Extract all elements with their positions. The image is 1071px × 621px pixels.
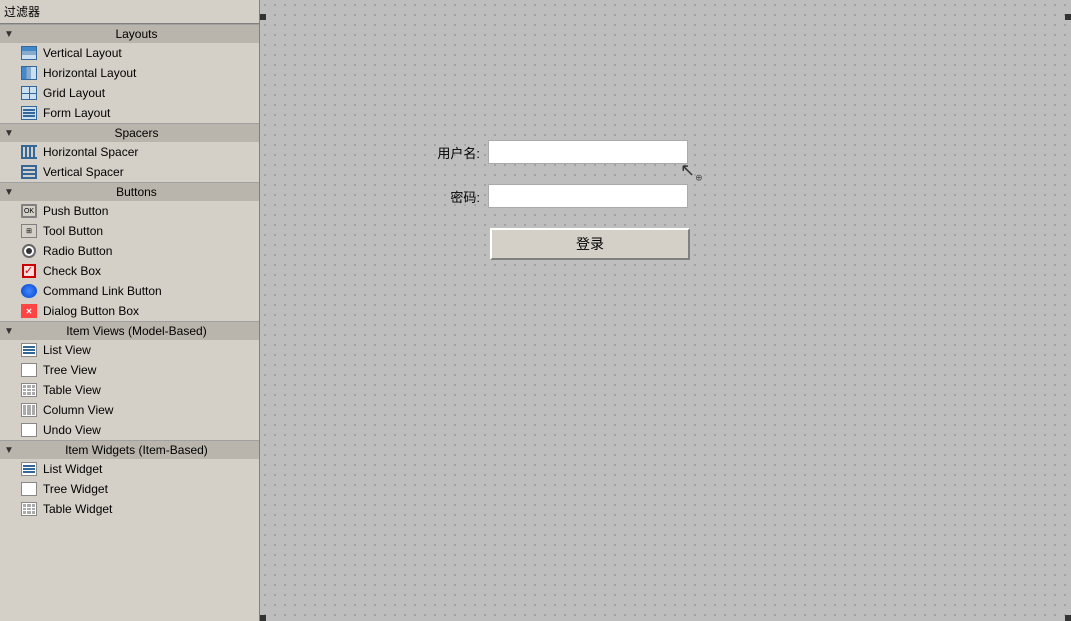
sidebar-item-tree-widget[interactable]: Tree Widget	[0, 479, 259, 499]
handle-top-right	[1065, 14, 1071, 20]
section-layouts[interactable]: ▼ Layouts	[0, 24, 259, 43]
section-item-views-label: Item Views (Model-Based)	[18, 324, 255, 338]
sidebar-item-command-link-button[interactable]: Command Link Button	[0, 281, 259, 301]
undo-view-icon	[20, 422, 38, 438]
form-layout-icon	[20, 105, 38, 121]
section-spacers-label: Spacers	[18, 126, 255, 140]
sidebar-item-list-view[interactable]: List View	[0, 340, 259, 360]
handle-bottom-left	[260, 615, 266, 621]
left-panel: 过滤器 ▼ Layouts Vertical Layout Horizontal…	[0, 0, 260, 621]
password-input[interactable]	[488, 184, 688, 208]
check-box-label: Check Box	[43, 264, 101, 278]
sidebar-item-table-view[interactable]: Table View	[0, 380, 259, 400]
vertical-spacer-icon	[20, 164, 38, 180]
tree-widget-label: Tree Widget	[43, 482, 108, 496]
section-layouts-label: Layouts	[18, 27, 255, 41]
sidebar-item-radio-button[interactable]: Radio Button	[0, 241, 259, 261]
list-widget-label: List Widget	[43, 462, 102, 476]
sidebar-item-tree-view[interactable]: Tree View	[0, 360, 259, 380]
handle-bottom-right	[1065, 615, 1071, 621]
tool-button-label: Tool Button	[43, 224, 103, 238]
right-panel: ↖⊕ 用户名: 密码: 登录	[260, 0, 1071, 621]
sidebar-item-vertical-spacer[interactable]: Vertical Spacer	[0, 162, 259, 182]
chevron-item-views-icon: ▼	[4, 326, 14, 337]
sidebar-item-vertical-layout[interactable]: Vertical Layout	[0, 43, 259, 63]
chevron-buttons-icon: ▼	[4, 187, 14, 198]
table-view-icon	[20, 382, 38, 398]
section-buttons[interactable]: ▼ Buttons	[0, 182, 259, 201]
sidebar-item-horizontal-layout[interactable]: Horizontal Layout	[0, 63, 259, 83]
canvas-area[interactable]: ↖⊕ 用户名: 密码: 登录	[260, 0, 1071, 621]
section-item-widgets-label: Item Widgets (Item-Based)	[18, 443, 255, 457]
vertical-layout-icon	[20, 45, 38, 61]
sidebar-item-list-widget[interactable]: List Widget	[0, 459, 259, 479]
tree-container[interactable]: ▼ Layouts Vertical Layout Horizontal Lay…	[0, 24, 259, 621]
tree-view-icon	[20, 362, 38, 378]
tool-button-icon: ⊞	[20, 223, 38, 239]
column-view-icon	[20, 402, 38, 418]
tree-view-label: Tree View	[43, 363, 96, 377]
section-spacers[interactable]: ▼ Spacers	[0, 123, 259, 142]
command-link-button-icon	[20, 283, 38, 299]
login-row: 登录	[420, 228, 760, 260]
chevron-spacers-icon: ▼	[4, 128, 14, 139]
filter-bar: 过滤器	[0, 0, 259, 24]
password-label: 密码:	[420, 187, 480, 206]
section-buttons-label: Buttons	[18, 185, 255, 199]
dialog-button-box-label: Dialog Button Box	[43, 304, 139, 318]
username-row: 用户名:	[420, 140, 760, 164]
password-row: 密码:	[420, 184, 760, 208]
sidebar-item-grid-layout[interactable]: Grid Layout	[0, 83, 259, 103]
grid-layout-label: Grid Layout	[43, 86, 105, 100]
dialog-button-box-icon: ✕	[20, 303, 38, 319]
horizontal-layout-label: Horizontal Layout	[43, 66, 136, 80]
push-button-label: Push Button	[43, 204, 108, 218]
section-item-views[interactable]: ▼ Item Views (Model-Based)	[0, 321, 259, 340]
handle-top-left	[260, 14, 266, 20]
sidebar-item-table-widget[interactable]: Table Widget	[0, 499, 259, 519]
table-view-label: Table View	[43, 383, 101, 397]
vertical-layout-label: Vertical Layout	[43, 46, 122, 60]
table-widget-label: Table Widget	[43, 502, 112, 516]
sidebar-item-undo-view[interactable]: Undo View	[0, 420, 259, 440]
section-item-widgets[interactable]: ▼ Item Widgets (Item-Based)	[0, 440, 259, 459]
form-layout-label: Form Layout	[43, 106, 110, 120]
form-widget: 用户名: 密码: 登录	[420, 140, 760, 260]
sidebar-item-tool-button[interactable]: ⊞ Tool Button	[0, 221, 259, 241]
column-view-label: Column View	[43, 403, 113, 417]
horizontal-layout-icon	[20, 65, 38, 81]
list-widget-icon	[20, 461, 38, 477]
username-label: 用户名:	[420, 143, 480, 162]
tree-widget-icon	[20, 481, 38, 497]
grid-layout-icon	[20, 85, 38, 101]
horizontal-spacer-label: Horizontal Spacer	[43, 145, 138, 159]
push-button-icon: OK	[20, 203, 38, 219]
sidebar-item-dialog-button-box[interactable]: ✕ Dialog Button Box	[0, 301, 259, 321]
list-view-label: List View	[43, 343, 91, 357]
chevron-layouts-icon: ▼	[4, 29, 14, 40]
vertical-spacer-label: Vertical Spacer	[43, 165, 124, 179]
sidebar-item-horizontal-spacer[interactable]: Horizontal Spacer	[0, 142, 259, 162]
login-button[interactable]: 登录	[490, 228, 690, 260]
command-link-button-label: Command Link Button	[43, 284, 162, 298]
check-box-icon	[20, 263, 38, 279]
sidebar-item-form-layout[interactable]: Form Layout	[0, 103, 259, 123]
radio-button-icon	[20, 243, 38, 259]
undo-view-label: Undo View	[43, 423, 101, 437]
list-view-icon	[20, 342, 38, 358]
sidebar-item-push-button[interactable]: OK Push Button	[0, 201, 259, 221]
horizontal-spacer-icon	[20, 144, 38, 160]
username-input[interactable]	[488, 140, 688, 164]
sidebar-item-column-view[interactable]: Column View	[0, 400, 259, 420]
sidebar-item-check-box[interactable]: Check Box	[0, 261, 259, 281]
radio-button-label: Radio Button	[43, 244, 112, 258]
filter-label: 过滤器	[4, 5, 40, 19]
chevron-item-widgets-icon: ▼	[4, 445, 14, 456]
table-widget-icon	[20, 501, 38, 517]
